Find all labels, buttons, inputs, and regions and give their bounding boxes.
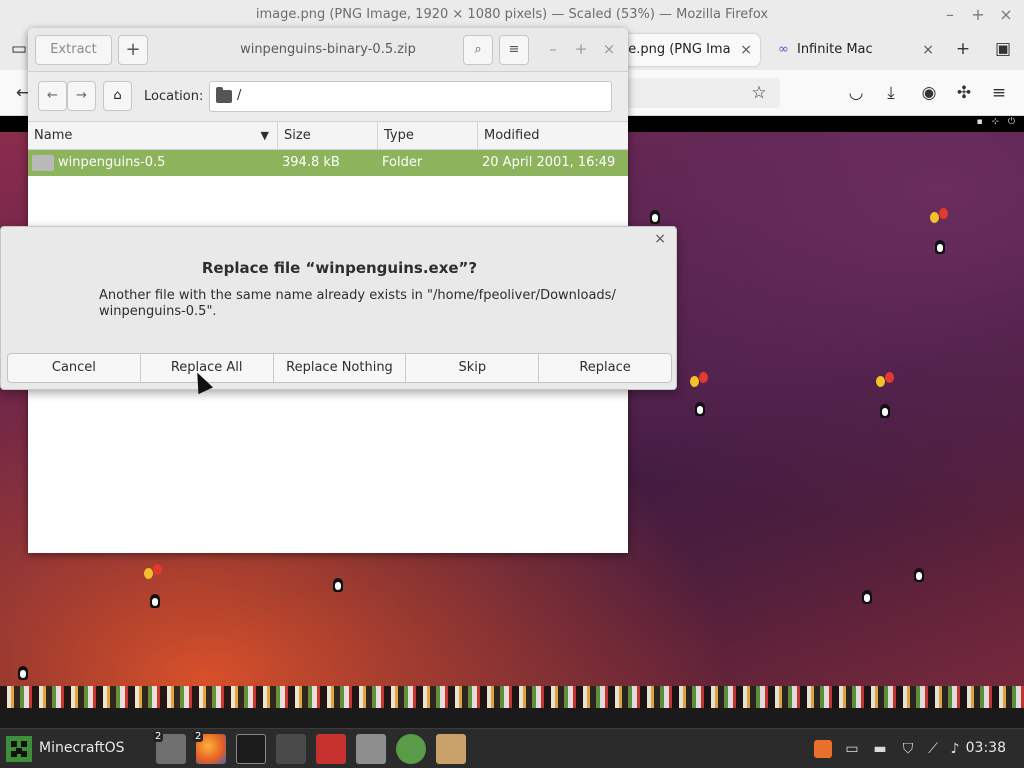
search-icon[interactable]: ⌕ xyxy=(463,35,493,65)
location-value: / xyxy=(237,88,242,103)
list-all-tabs-icon[interactable]: ▭ xyxy=(8,38,30,60)
balloon-icon xyxy=(144,568,153,579)
menu-label[interactable]: MinecraftOS xyxy=(39,740,125,756)
close-icon[interactable]: × xyxy=(996,5,1016,25)
maximize-icon[interactable]: + xyxy=(572,40,590,58)
app-icon[interactable] xyxy=(276,734,306,764)
penguin-icon xyxy=(695,402,705,416)
add-files-icon[interactable]: + xyxy=(118,35,148,65)
minimize-icon[interactable]: – xyxy=(544,40,562,58)
dialog-button-row: Cancel Replace All Replace Nothing Skip … xyxy=(7,353,672,383)
volume-icon[interactable]: ♪ xyxy=(946,740,964,758)
pocket-icon[interactable]: ◡ xyxy=(845,82,867,104)
penguin-crowd xyxy=(0,686,1024,708)
folder-icon xyxy=(32,155,54,171)
extract-button[interactable]: Extract xyxy=(35,35,112,65)
location-bar: ← → ⌂ Location: / xyxy=(28,72,628,122)
penguin-icon xyxy=(650,210,660,224)
close-icon[interactable]: × xyxy=(740,34,752,66)
dialog-title: Replace file “winpenguins.exe”? xyxy=(201,259,478,277)
column-type[interactable]: Type xyxy=(378,122,478,150)
replace-nothing-button[interactable]: Replace Nothing xyxy=(274,354,407,382)
window-count-badge: 2 xyxy=(153,731,164,742)
folder-icon xyxy=(216,87,232,103)
archive-headerbar: Extract + winpenguins-binary-0.5.zip ⌕ ≡… xyxy=(28,28,628,72)
bookmark-star-icon[interactable]: ☆ xyxy=(748,82,770,104)
table-row[interactable]: winpenguins-0.5 394.8 kB Folder 20 April… xyxy=(28,150,628,176)
location-label: Location: xyxy=(144,89,204,104)
penguin-icon xyxy=(150,594,160,608)
row-modified: 20 April 2001, 16:49 xyxy=(482,155,616,170)
row-type: Folder xyxy=(382,155,423,170)
close-icon[interactable]: × xyxy=(922,34,934,66)
balloon-icon xyxy=(690,376,699,387)
balloon-icon xyxy=(699,372,708,383)
penguin-icon xyxy=(18,666,28,680)
tab-label: Infinite Mac xyxy=(796,42,873,57)
minecraft-menu-icon[interactable] xyxy=(6,736,32,762)
mixer-icon[interactable] xyxy=(356,734,386,764)
penguin-icon xyxy=(914,568,924,582)
tab-label: age.png (PNG Ima xyxy=(612,42,731,57)
shield-icon[interactable]: ⛉ xyxy=(899,740,917,758)
penguin-icon xyxy=(862,590,872,604)
taskbar: MinecraftOS 2 2 ▭ ▬ ⛉ ⟋ ♪ 03:38 xyxy=(0,728,1024,768)
penguin-icon xyxy=(333,578,343,592)
hamburger-menu-icon[interactable]: ≡ xyxy=(499,35,529,65)
penguin-icon xyxy=(935,240,945,254)
firefox-icon[interactable]: 2 xyxy=(193,731,226,764)
window-title: image.png (PNG Image, 1920 × 1080 pixels… xyxy=(255,7,769,22)
sort-descending-icon: ▼ xyxy=(260,129,269,142)
column-modified[interactable]: Modified xyxy=(478,122,628,150)
column-header: Name ▼ Size Type Modified xyxy=(28,122,628,150)
forward-arrow-icon[interactable]: → xyxy=(67,81,96,111)
balloon-icon xyxy=(939,208,948,219)
back-arrow-icon[interactable]: ← xyxy=(38,81,67,111)
tab-infinite-mac[interactable]: ∞ Infinite Mac × xyxy=(766,34,942,66)
extensions-icon[interactable]: ✣ xyxy=(953,82,975,104)
home-icon[interactable]: ⌂ xyxy=(103,81,132,111)
skip-button[interactable]: Skip xyxy=(406,354,540,382)
row-size: 394.8 kB xyxy=(282,155,340,170)
balloon-icon xyxy=(885,372,894,383)
penguin-icon xyxy=(880,404,890,418)
downloads-icon[interactable]: ⤓ xyxy=(880,82,902,104)
firefox-tray-icon[interactable] xyxy=(814,740,832,758)
infinite-mac-favicon-icon: ∞ xyxy=(778,42,789,57)
network-icon[interactable]: ⟋ xyxy=(924,740,942,758)
clock[interactable]: 03:38 xyxy=(966,740,1006,756)
new-tab-icon[interactable]: + xyxy=(952,38,974,60)
balloon-icon xyxy=(930,212,939,223)
maximize-icon[interactable]: + xyxy=(968,5,988,25)
firefox-titlebar: image.png (PNG Image, 1920 × 1080 pixels… xyxy=(0,0,1024,30)
replace-button[interactable]: Replace xyxy=(539,354,671,382)
balloon-icon xyxy=(153,564,162,575)
update-manager-icon[interactable] xyxy=(396,734,426,764)
column-name[interactable]: Name ▼ xyxy=(28,122,278,150)
menu-icon[interactable]: ≡ xyxy=(988,82,1010,104)
close-icon[interactable]: × xyxy=(600,40,618,58)
archive-manager-icon[interactable] xyxy=(436,734,466,764)
replace-file-dialog: × Replace file “winpenguins.exe”? Anothe… xyxy=(0,226,677,390)
close-icon[interactable]: × xyxy=(654,231,666,247)
account-icon[interactable]: ◉ xyxy=(918,82,940,104)
window-count-badge: 2 xyxy=(193,731,204,742)
terminal-icon[interactable] xyxy=(236,734,266,764)
folder-tray-icon[interactable]: ▬ xyxy=(871,740,889,758)
dialog-message: Another file with the same name already … xyxy=(99,288,616,319)
inner-tray-icons: ▪ ⊹ ⏻ xyxy=(976,117,1018,127)
balloon-icon xyxy=(876,376,885,387)
minimize-icon[interactable]: – xyxy=(940,5,960,25)
location-input[interactable]: / xyxy=(209,81,612,112)
column-size[interactable]: Size xyxy=(278,122,378,150)
row-name: winpenguins-0.5 xyxy=(58,155,166,170)
cancel-button[interactable]: Cancel xyxy=(8,354,141,382)
firefox-view-icon[interactable]: ▣ xyxy=(992,38,1014,60)
terminal-tray-icon[interactable]: ▭ xyxy=(843,740,861,758)
files-app-icon[interactable]: 2 xyxy=(153,731,186,764)
archive-title: winpenguins-binary-0.5.zip xyxy=(240,42,416,57)
app-icon[interactable] xyxy=(316,734,346,764)
